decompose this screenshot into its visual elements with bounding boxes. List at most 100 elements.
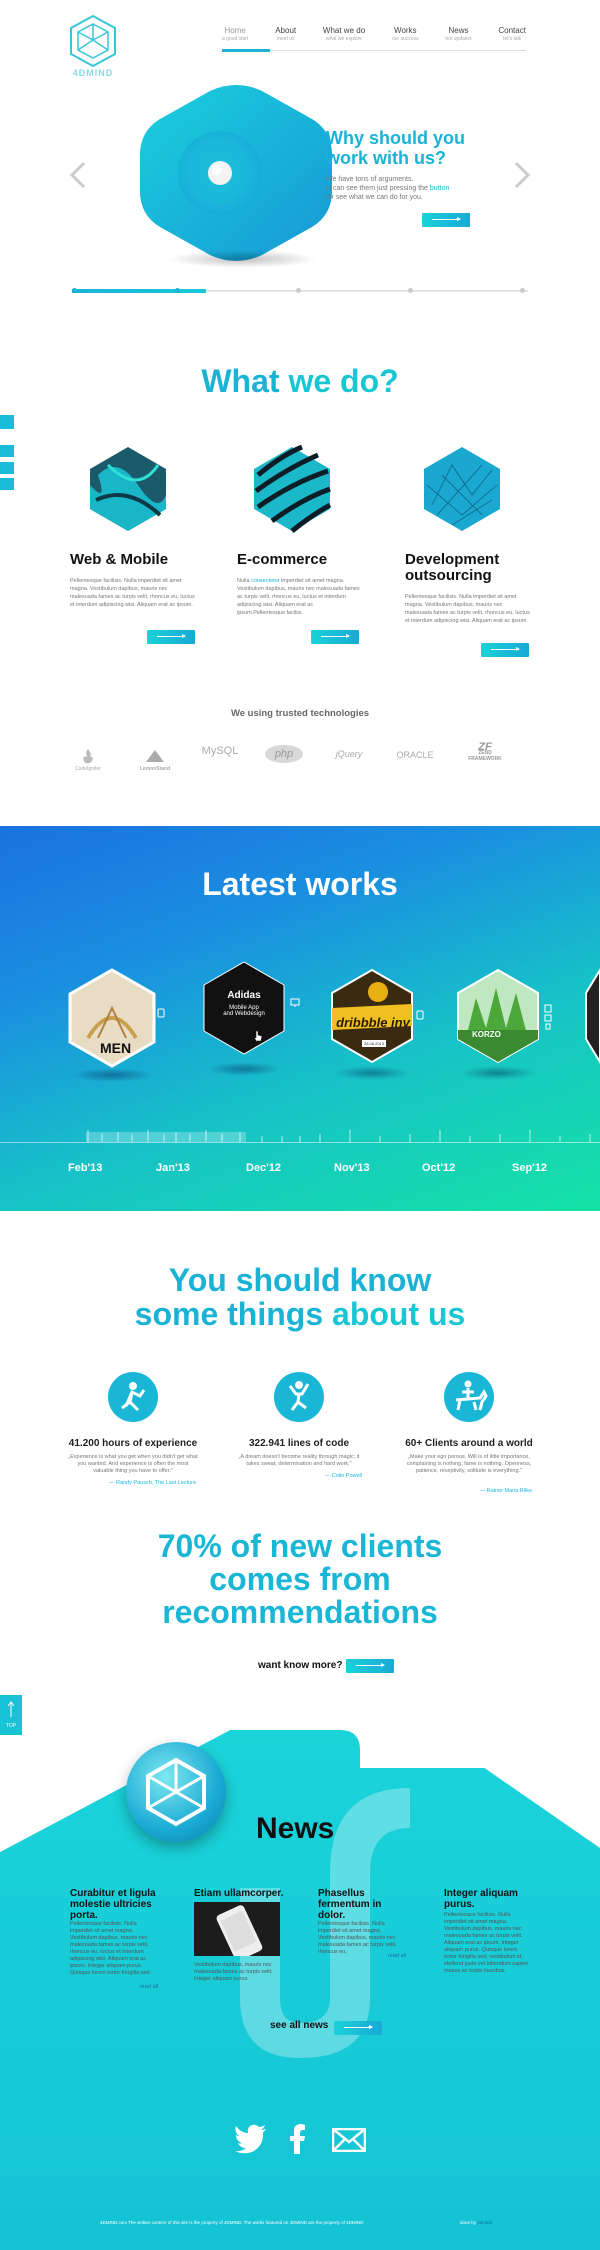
news-item-title[interactable]: Phasellus fermentum in dolor. (318, 1888, 408, 1921)
service-more-button[interactable] (481, 643, 529, 657)
main-nav: Home a good start About meet us What we do… (222, 26, 526, 50)
timeline-date[interactable]: Dec'12 (246, 1162, 281, 1174)
slider-dot[interactable] (175, 288, 180, 293)
tech-label: LemonStand (139, 766, 171, 772)
title-part: What (201, 363, 289, 399)
service-text: Pellentesque facilisis. Nulla imperdiet … (405, 594, 530, 624)
twitter-icon[interactable] (234, 2124, 268, 2154)
stat-title: 322.941 lines of code (248, 1438, 350, 1449)
smartphone-image (216, 1905, 263, 1956)
footer-credit: done by 4dmind (460, 2220, 492, 2225)
timeline-date[interactable]: Jan'13 (156, 1162, 190, 1174)
web-mobile-image (90, 447, 166, 531)
side-tab[interactable] (0, 445, 14, 457)
title-part: about us (332, 1296, 466, 1332)
news-item-title[interactable]: Integer aliquam purus. (444, 1888, 532, 1910)
nav-home[interactable]: Home a good start (222, 26, 248, 50)
see-all-news-button[interactable] (334, 2021, 382, 2035)
nav-sub: what we explore (325, 36, 363, 42)
footer-copyright: 4DMIND.com The written content of this s… (100, 2220, 364, 2225)
hero-line-2: U can see them just pressing the button (326, 184, 486, 193)
slider-dot[interactable] (520, 288, 525, 293)
e-commerce-image (254, 445, 332, 533)
work-adidas-line2: and Webdesign (223, 1011, 265, 1017)
recommendations-title: 70% of new clients comes from recommenda… (0, 1530, 600, 1629)
news-item-title[interactable]: Curabitur et ligula molestie ultricies p… (70, 1888, 180, 1921)
hero-button-link[interactable]: button (430, 185, 449, 192)
see-all-news-label: see all news (270, 2020, 329, 2031)
work-shadow (206, 1062, 282, 1076)
stat-author: — Randy Pausch, The Last Lecture (108, 1480, 196, 1486)
read-all-link[interactable]: read all (70, 1984, 158, 1990)
read-all-link[interactable]: read all (318, 1953, 406, 1959)
work-item-korzo[interactable] (456, 968, 540, 1064)
hero-line-1: We have tons of arguments. (326, 176, 414, 183)
work-item-label: KORZO (472, 1030, 501, 1039)
side-tab[interactable] (0, 462, 14, 474)
want-know-more-button[interactable] (346, 1659, 394, 1673)
timeline-date[interactable]: Nov'13 (334, 1162, 370, 1174)
slider-progress (72, 289, 206, 293)
nav-contact[interactable]: Contact let's talk (498, 26, 526, 50)
title-part: we do? (288, 363, 399, 399)
device-icons (544, 1004, 552, 1030)
arrow-right-icon (343, 2025, 374, 2029)
logo[interactable]: 4DMIND (68, 14, 118, 82)
lemonstand-logo: LemonStand (133, 748, 177, 772)
hero-arrow-button[interactable] (422, 213, 470, 227)
news-item-text: Pellentesque facilisis. Nulla imperdiet … (318, 1921, 397, 1955)
nav-what-we-do[interactable]: What we do what we explore (323, 26, 365, 50)
timeline-date[interactable]: Oct'12 (422, 1162, 455, 1174)
slider-dot[interactable] (408, 288, 413, 293)
news-item-text: Vestibulum dapibus, mauris nec malesuada… (194, 1962, 273, 1982)
hero-text: We have tons of arguments. U can see the… (326, 175, 486, 202)
news-item-title[interactable]: Etiam ullamcorper. (194, 1888, 304, 1899)
nav-label: News (448, 26, 469, 35)
slider-dot[interactable] (72, 288, 77, 293)
oracle-logo: ORACLE (390, 750, 440, 760)
text-link[interactable]: consectetur (251, 578, 279, 584)
work-shadow (460, 1066, 536, 1080)
timeline-ticks[interactable] (0, 1126, 600, 1146)
email-icon[interactable] (332, 2128, 366, 2152)
back-to-top-button[interactable]: TOP (0, 1695, 22, 1735)
service-title: Web & Mobile (70, 551, 169, 568)
nav-sub: a good start (222, 36, 249, 42)
timeline-axis (0, 1142, 600, 1143)
footer-by-text: done by (460, 2220, 478, 2225)
rec-line: 70% of new clients (157, 1528, 443, 1564)
rec-line: recommendations (162, 1594, 438, 1630)
news-phone-image (194, 1902, 280, 1956)
want-know-more-label: want know more? (258, 1660, 343, 1671)
nav-works[interactable]: Works our success (392, 26, 419, 50)
timeline-date[interactable]: Sep'12 (512, 1162, 547, 1174)
stat-title: 60+ Clients around a world (405, 1438, 533, 1449)
service-more-button[interactable] (311, 630, 359, 644)
slider-dot[interactable] (296, 288, 301, 293)
codeigniter-logo: CodeIgniter (68, 748, 108, 772)
nav-news[interactable]: News hot updates (445, 26, 471, 50)
slider-prev-icon[interactable] (68, 160, 88, 190)
nav-about[interactable]: About meet us (275, 26, 296, 50)
hero-title: Why should you work with us? (326, 128, 465, 168)
footer-by-link[interactable]: 4dmind (477, 2220, 492, 2225)
side-tab[interactable] (0, 478, 14, 490)
work-item-partial[interactable] (584, 968, 600, 1064)
desktop-icon (290, 998, 300, 1007)
stat-quote: „A dream doesn't become reality through … (238, 1454, 360, 1467)
service-text: Nulla consectetur imperdiet sit amet mag… (237, 577, 362, 617)
arrow-right-icon (156, 634, 187, 638)
side-tab[interactable] (0, 415, 14, 429)
title-part: some things (134, 1296, 333, 1332)
timeline-date[interactable]: Feb'13 (68, 1162, 102, 1174)
jquery-logo: jQuery (325, 749, 373, 759)
arrow-up-icon (7, 1701, 15, 1717)
service-more-button[interactable] (147, 630, 195, 644)
top-label: TOP (5, 1723, 17, 1729)
slider-next-icon[interactable] (512, 160, 532, 190)
work-item-label: MEN (100, 1040, 132, 1056)
tech-label: php (274, 748, 294, 760)
php-logo: php (265, 745, 303, 763)
facebook-icon[interactable] (288, 2124, 308, 2154)
jumper-icon (274, 1372, 324, 1422)
